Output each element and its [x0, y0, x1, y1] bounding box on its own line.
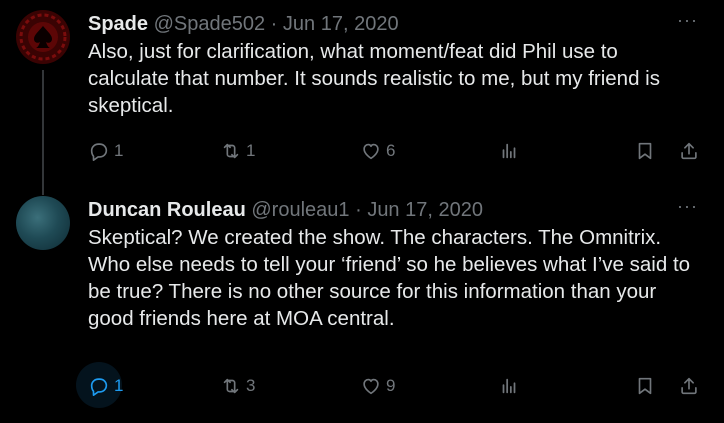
tweet-text: Skeptical? We created the show. The char…	[88, 226, 691, 330]
like-count: 6	[386, 141, 396, 160]
avatar-spade-emblem-icon	[16, 10, 70, 64]
reply-count: 1	[114, 376, 124, 395]
tweet-date[interactable]: Jun 17, 2020	[283, 13, 399, 35]
share-icon	[681, 142, 697, 160]
tweet-actions: 1 1 6	[88, 136, 708, 166]
more-options-button[interactable]: ···	[677, 10, 698, 31]
reply-button[interactable]: 1	[76, 362, 124, 408]
retweet-button[interactable]: 1	[220, 136, 255, 166]
reply-icon	[90, 143, 108, 161]
avatar[interactable]	[16, 10, 70, 64]
user-handle[interactable]: @rouleau1	[251, 199, 349, 221]
like-icon	[363, 143, 379, 160]
more-options-button[interactable]: ···	[677, 196, 698, 217]
bookmark-button[interactable]	[634, 371, 656, 401]
user-handle[interactable]: @Spade502	[154, 13, 266, 35]
like-icon	[363, 378, 379, 395]
bookmark-button[interactable]	[634, 136, 656, 166]
retweet-count: 3	[246, 376, 256, 395]
tweet-actions: 1 3 9	[76, 362, 708, 408]
tweet-header: Duncan Rouleau @rouleau1 · Jun 17, 2020	[88, 198, 483, 222]
bookmark-icon	[638, 377, 652, 395]
share-button[interactable]	[678, 136, 700, 166]
tweet[interactable]: Spade @Spade502 · Jun 17, 2020 ··· Also,…	[0, 0, 724, 186]
reply-button[interactable]: 1	[88, 136, 123, 166]
like-button[interactable]: 9	[360, 371, 395, 401]
retweet-icon	[223, 143, 239, 159]
separator-dot: ·	[270, 13, 278, 35]
display-name[interactable]: Spade	[88, 13, 148, 35]
bookmark-icon	[638, 142, 652, 160]
like-button[interactable]: 6	[360, 136, 395, 166]
tweet-text: Also, just for clarification, what momen…	[88, 40, 660, 117]
tweet-date[interactable]: Jun 17, 2020	[367, 199, 483, 221]
avatar[interactable]	[16, 196, 70, 250]
views-button[interactable]	[498, 136, 520, 166]
tweet-header: Spade @Spade502 · Jun 17, 2020	[88, 12, 399, 36]
share-button[interactable]	[678, 371, 700, 401]
views-button[interactable]	[498, 371, 520, 401]
retweet-button[interactable]: 3	[220, 371, 255, 401]
retweet-count: 1	[246, 141, 256, 160]
views-icon	[502, 143, 516, 159]
retweet-icon	[223, 378, 239, 394]
display-name[interactable]: Duncan Rouleau	[88, 199, 246, 221]
share-icon	[681, 377, 697, 395]
reply-icon	[90, 378, 108, 396]
views-icon	[502, 378, 516, 394]
tweet[interactable]: Duncan Rouleau @rouleau1 · Jun 17, 2020 …	[0, 186, 724, 423]
reply-count: 1	[114, 141, 124, 160]
like-count: 9	[386, 376, 396, 395]
separator-dot: ·	[355, 199, 362, 221]
